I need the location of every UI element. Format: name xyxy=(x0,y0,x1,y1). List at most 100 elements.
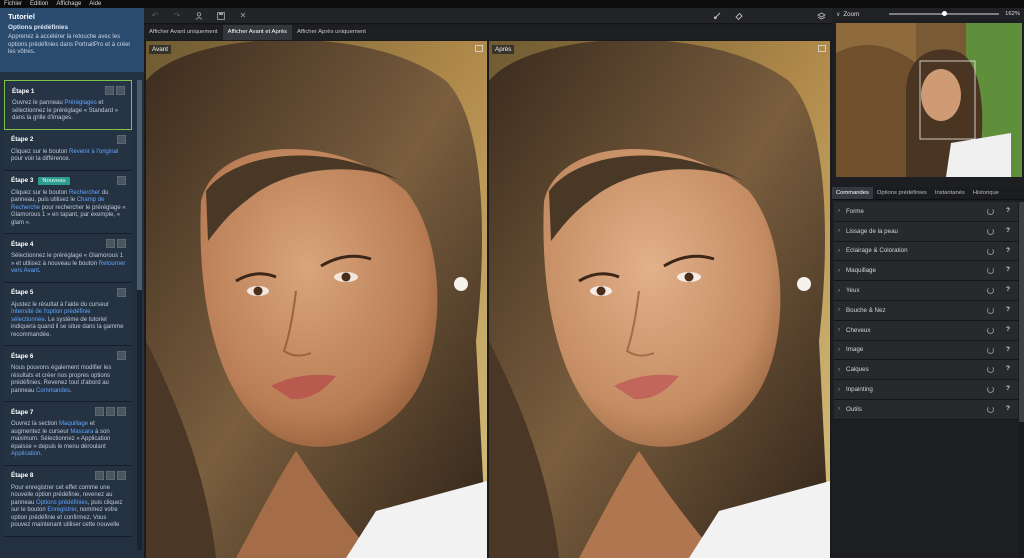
reset-icon[interactable] xyxy=(987,227,994,235)
step-link[interactable]: Préréglages xyxy=(64,100,96,106)
expand-icon[interactable] xyxy=(818,45,826,52)
menu-file[interactable]: Fichier xyxy=(4,0,22,8)
help-icon[interactable]: ? xyxy=(1006,207,1010,214)
tab-options-predefinies[interactable]: Options prédéfinies xyxy=(873,187,931,199)
tutorial-step[interactable]: Étape 8 Pour enregistrer cet effet comme … xyxy=(4,465,132,537)
tutorial-step[interactable]: Étape 6 Nous pouvons également modifier l… xyxy=(4,346,132,402)
close-icon[interactable]: ✕ xyxy=(232,8,254,24)
step-text-segment: pour voir la différence. xyxy=(11,156,71,162)
menu-view[interactable]: Affichage xyxy=(56,0,81,8)
step-action-button[interactable] xyxy=(105,86,114,95)
zoom-slider[interactable] xyxy=(889,11,1000,16)
undo-icon[interactable]: ↶ xyxy=(144,8,166,24)
tutorial-step[interactable]: Étape 1 Ouvrez le panneau Préréglages et … xyxy=(4,80,132,130)
step-link[interactable]: Options prédéfinies xyxy=(36,500,88,506)
step-action-button[interactable] xyxy=(95,407,104,416)
command-section[interactable]: › Maquillage? xyxy=(834,261,1018,282)
tab-before-and-after[interactable]: Afficher Avant et Après xyxy=(222,25,292,40)
step-link[interactable]: Mascara xyxy=(70,429,93,435)
step-action-button[interactable] xyxy=(117,351,126,360)
command-section[interactable]: › Bouche & Nez? xyxy=(834,300,1018,321)
command-label: Forme xyxy=(846,207,864,215)
chevron-down-icon[interactable]: ∨ xyxy=(836,11,840,18)
command-label: Bouche & Nez xyxy=(846,306,886,314)
person-icon[interactable] xyxy=(188,8,210,24)
help-icon[interactable]: ? xyxy=(1006,385,1010,392)
step-link[interactable]: Enregistrer xyxy=(47,507,76,513)
command-section[interactable]: › Forme? xyxy=(834,202,1018,222)
brush-icon[interactable] xyxy=(706,8,728,24)
layers-icon[interactable] xyxy=(810,8,832,24)
step-action-button[interactable] xyxy=(117,239,126,248)
step-action-button[interactable] xyxy=(106,407,115,416)
help-icon[interactable]: ? xyxy=(1006,227,1010,234)
step-link[interactable]: Commandes xyxy=(36,388,70,394)
help-icon[interactable]: ? xyxy=(1006,266,1010,273)
help-icon[interactable]: ? xyxy=(1006,286,1010,293)
tutorial-scrollbar[interactable] xyxy=(137,80,142,550)
eraser-icon[interactable] xyxy=(728,8,750,24)
reset-icon[interactable] xyxy=(987,405,994,413)
step-link[interactable]: Maquillage xyxy=(59,421,88,427)
save-icon[interactable] xyxy=(210,8,232,24)
command-section[interactable]: › Image? xyxy=(834,340,1018,361)
step-action-button[interactable] xyxy=(117,175,126,185)
step-link[interactable]: Rechercher xyxy=(69,190,100,196)
help-icon[interactable]: ? xyxy=(1006,247,1010,254)
reset-icon[interactable] xyxy=(987,306,994,314)
tutorial-step[interactable]: Étape 2 Cliquez sur le bouton Revenir à l… xyxy=(4,129,132,171)
tutorial-step[interactable]: Étape 4 Sélectionnez le préréglage « Glam… xyxy=(4,234,132,283)
reset-icon[interactable] xyxy=(987,326,994,334)
tutorial-scroll-thumb[interactable] xyxy=(137,80,142,290)
tab-historique[interactable]: Historique xyxy=(969,187,1003,199)
portrait-before-image xyxy=(146,41,487,558)
step-action-button[interactable] xyxy=(95,470,104,480)
tab-instantanes[interactable]: Instantanés xyxy=(931,187,969,199)
step-action-button[interactable] xyxy=(117,287,126,297)
reset-icon[interactable] xyxy=(987,287,994,295)
navigator-preview[interactable] xyxy=(836,23,1022,177)
step-action-button[interactable] xyxy=(117,407,126,416)
reset-icon[interactable] xyxy=(987,386,994,394)
expand-icon[interactable] xyxy=(475,45,483,52)
tab-before-only[interactable]: Afficher Avant uniquement xyxy=(144,25,223,40)
command-scrollbar[interactable] xyxy=(1019,202,1024,558)
command-section[interactable]: › Calques? xyxy=(834,360,1018,381)
step-action-button[interactable] xyxy=(106,470,115,480)
redo-icon[interactable]: ↷ xyxy=(166,8,188,24)
step-link[interactable]: Revenir à l'original xyxy=(69,149,118,155)
command-section[interactable]: › Cheveux? xyxy=(834,320,1018,341)
help-icon[interactable]: ? xyxy=(1006,306,1010,313)
command-section[interactable]: › Outils? xyxy=(834,399,1018,420)
command-scroll-thumb[interactable] xyxy=(1019,202,1024,422)
step-link[interactable]: Application xyxy=(11,451,40,457)
command-label: Lissage de la peau xyxy=(846,227,898,235)
zoom-slider-knob[interactable] xyxy=(941,11,947,16)
help-icon[interactable]: ? xyxy=(1006,326,1010,333)
reset-icon[interactable] xyxy=(987,366,994,374)
menu-help[interactable]: Aide xyxy=(89,0,101,8)
tab-commandes[interactable]: Commandes xyxy=(832,187,873,199)
help-icon[interactable]: ? xyxy=(1006,346,1010,353)
before-image-pane[interactable]: Avant xyxy=(146,41,487,558)
step-action-button[interactable] xyxy=(117,470,126,480)
command-section[interactable]: › Inpainting? xyxy=(834,380,1018,400)
command-section[interactable]: › Yeux? xyxy=(834,281,1018,301)
step-action-button[interactable] xyxy=(106,239,115,248)
help-icon[interactable]: ? xyxy=(1006,365,1010,372)
tutorial-step[interactable]: Étape 7 Ouvrez la section Maquillage et a… xyxy=(4,402,132,466)
reset-icon[interactable] xyxy=(987,346,994,354)
reset-icon[interactable] xyxy=(987,267,994,275)
reset-icon[interactable] xyxy=(987,208,994,215)
tab-after-only[interactable]: Afficher Après uniquement xyxy=(292,25,371,40)
help-icon[interactable]: ? xyxy=(1006,405,1010,412)
step-action-button[interactable] xyxy=(117,134,126,144)
tutorial-step[interactable]: Étape 3 Nouveau Cliquez sur le bouton Rech… xyxy=(4,170,132,234)
step-action-button[interactable] xyxy=(116,86,125,95)
after-image-pane[interactable]: Après xyxy=(489,41,830,558)
reset-icon[interactable] xyxy=(987,247,994,255)
menu-edit[interactable]: Édition xyxy=(30,0,48,8)
command-section[interactable]: › Eclairage & Coloration? xyxy=(834,241,1018,262)
command-section[interactable]: › Lissage de la peau? xyxy=(834,221,1018,242)
tutorial-step[interactable]: Étape 5 Ajustez le résultat à l'aide du c… xyxy=(4,282,132,346)
